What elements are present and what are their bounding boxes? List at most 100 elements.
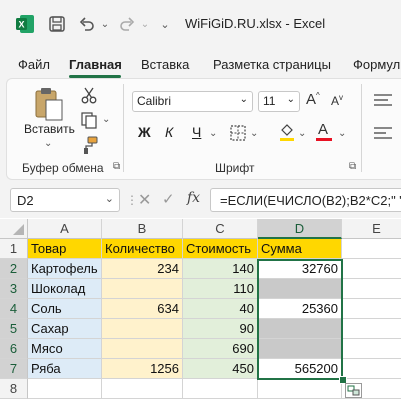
cell-d7[interactable]: 565200 [258, 359, 342, 379]
cell-c7[interactable]: 450 [183, 359, 258, 379]
cell-c1[interactable]: Стоимость [183, 239, 258, 259]
column-header-e[interactable]: E [342, 219, 401, 239]
underline-dropdown-icon[interactable]: ⌄ [209, 128, 217, 139]
row-header-1[interactable]: 1 [0, 239, 28, 259]
tab-page-layout[interactable]: Разметка страницы [213, 57, 331, 72]
cell-a4[interactable]: Соль [28, 299, 102, 319]
formula-input[interactable]: =ЕСЛИ(ЕЧИСЛО(B2);B2*C2;" ") [210, 188, 401, 212]
cell-e4[interactable] [342, 299, 401, 319]
name-box[interactable]: D2 ⌄ [10, 188, 120, 212]
cell-a2[interactable]: Картофель [28, 259, 102, 279]
copy-icon[interactable] [80, 111, 98, 129]
cell-d5[interactable] [258, 319, 342, 339]
more-options-icon[interactable]: ⋮ [126, 193, 138, 207]
cell-b3[interactable] [102, 279, 183, 299]
clipboard-group-label: Буфер обмена [22, 161, 104, 175]
cell-b5[interactable] [102, 319, 183, 339]
cell-c2[interactable]: 140 [183, 259, 258, 279]
undo-icon[interactable] [76, 14, 98, 34]
column-header-b[interactable]: B [102, 219, 183, 239]
row-header-7[interactable]: 7 [0, 359, 28, 379]
font-color-icon[interactable]: A [318, 121, 328, 138]
group-divider [123, 84, 124, 172]
format-painter-icon[interactable] [80, 136, 98, 154]
cell-c6[interactable]: 690 [183, 339, 258, 359]
select-all-button[interactable] [0, 219, 28, 239]
tab-file[interactable]: Файл [18, 57, 50, 72]
paste-dropdown-icon[interactable]: ⌄ [44, 138, 52, 149]
cell-c8[interactable] [183, 379, 258, 399]
copy-dropdown-icon[interactable]: ⌄ [102, 114, 110, 125]
column-header-d[interactable]: D [258, 219, 342, 239]
font-name-value: Calibri [137, 94, 172, 108]
align-top-icon[interactable] [374, 93, 392, 107]
font-size-dropdown[interactable]: 11 ⌄ [258, 91, 300, 112]
tab-formulas[interactable]: Формул [353, 57, 400, 72]
borders-icon[interactable] [229, 124, 247, 142]
row-header-2[interactable]: 2 [0, 259, 28, 279]
undo-dropdown-icon[interactable]: ⌄ [99, 14, 111, 34]
cell-a6[interactable]: Мясо [28, 339, 102, 359]
cell-a5[interactable]: Сахар [28, 319, 102, 339]
column-header-a[interactable]: A [28, 219, 102, 239]
save-icon[interactable] [46, 14, 68, 34]
italic-button[interactable]: К [165, 124, 173, 140]
cell-e2[interactable] [342, 259, 401, 279]
cell-b4[interactable]: 634 [102, 299, 183, 319]
font-color-dropdown-icon[interactable]: ⌄ [338, 128, 346, 139]
column-header-c[interactable]: C [183, 219, 258, 239]
tab-home[interactable]: Главная [69, 57, 122, 72]
cell-a8[interactable] [28, 379, 102, 399]
cell-e6[interactable] [342, 339, 401, 359]
cell-b7[interactable]: 1256 [102, 359, 183, 379]
borders-dropdown-icon[interactable]: ⌄ [250, 128, 258, 139]
cell-a7[interactable]: Ряба [28, 359, 102, 379]
cell-d8[interactable] [258, 379, 342, 399]
enter-icon[interactable]: ✓ [162, 190, 175, 208]
row-header-5[interactable]: 5 [0, 319, 28, 339]
clipboard-dialog-launcher-icon[interactable]: ⧉ [113, 161, 120, 172]
cell-c3[interactable]: 110 [183, 279, 258, 299]
row-header-4[interactable]: 4 [0, 299, 28, 319]
redo-dropdown-icon: ⌄ [140, 18, 150, 30]
row-header-3[interactable]: 3 [0, 279, 28, 299]
bold-button[interactable]: Ж [138, 124, 151, 140]
cell-e5[interactable] [342, 319, 401, 339]
font-name-dropdown[interactable]: Calibri ⌄ [132, 91, 253, 112]
decrease-font-size-icon[interactable]: Av [331, 93, 343, 108]
cell-d6[interactable] [258, 339, 342, 359]
quick-access-more-icon[interactable]: ⌄ [158, 14, 172, 34]
cell-d4[interactable]: 25360 [258, 299, 342, 319]
increase-font-size-icon[interactable]: A^ [306, 91, 320, 108]
row-header-8[interactable]: 8 [0, 379, 28, 399]
cell-c4[interactable]: 40 [183, 299, 258, 319]
cell-e7[interactable] [342, 359, 401, 379]
cell-d2[interactable]: 32760 [258, 259, 342, 279]
cell-a1[interactable]: Товар [28, 239, 102, 259]
name-box-value: D2 [17, 193, 34, 208]
cell-b6[interactable] [102, 339, 183, 359]
cell-e3[interactable] [342, 279, 401, 299]
quick-analysis-button[interactable] [345, 383, 362, 398]
cell-a3[interactable]: Шоколад [28, 279, 102, 299]
insert-function-button[interactable]: fx [187, 190, 200, 206]
fill-color-icon[interactable] [278, 122, 296, 142]
fill-color-dropdown-icon[interactable]: ⌄ [298, 128, 306, 139]
cancel-icon[interactable]: ✕ [138, 190, 151, 210]
cell-c5[interactable]: 90 [183, 319, 258, 339]
cell-b1[interactable]: Количество [102, 239, 183, 259]
cell-d3[interactable] [258, 279, 342, 299]
cut-icon[interactable] [80, 86, 98, 104]
paste-button[interactable]: Вставить [24, 122, 75, 136]
underline-button[interactable]: Ч [192, 124, 201, 140]
tab-insert[interactable]: Вставка [141, 57, 189, 72]
paste-icon[interactable] [33, 86, 67, 124]
cell-d1[interactable]: Сумма [258, 239, 342, 259]
row-header-6[interactable]: 6 [0, 339, 28, 359]
align-left-icon[interactable] [374, 126, 392, 140]
cell-b2[interactable]: 234 [102, 259, 183, 279]
font-dialog-launcher-icon[interactable]: ⧉ [349, 161, 356, 172]
formula-text: =ЕСЛИ(ЕЧИСЛО(B2);B2*C2;" ") [220, 193, 401, 208]
cell-e1[interactable] [342, 239, 401, 259]
cell-b8[interactable] [102, 379, 183, 399]
